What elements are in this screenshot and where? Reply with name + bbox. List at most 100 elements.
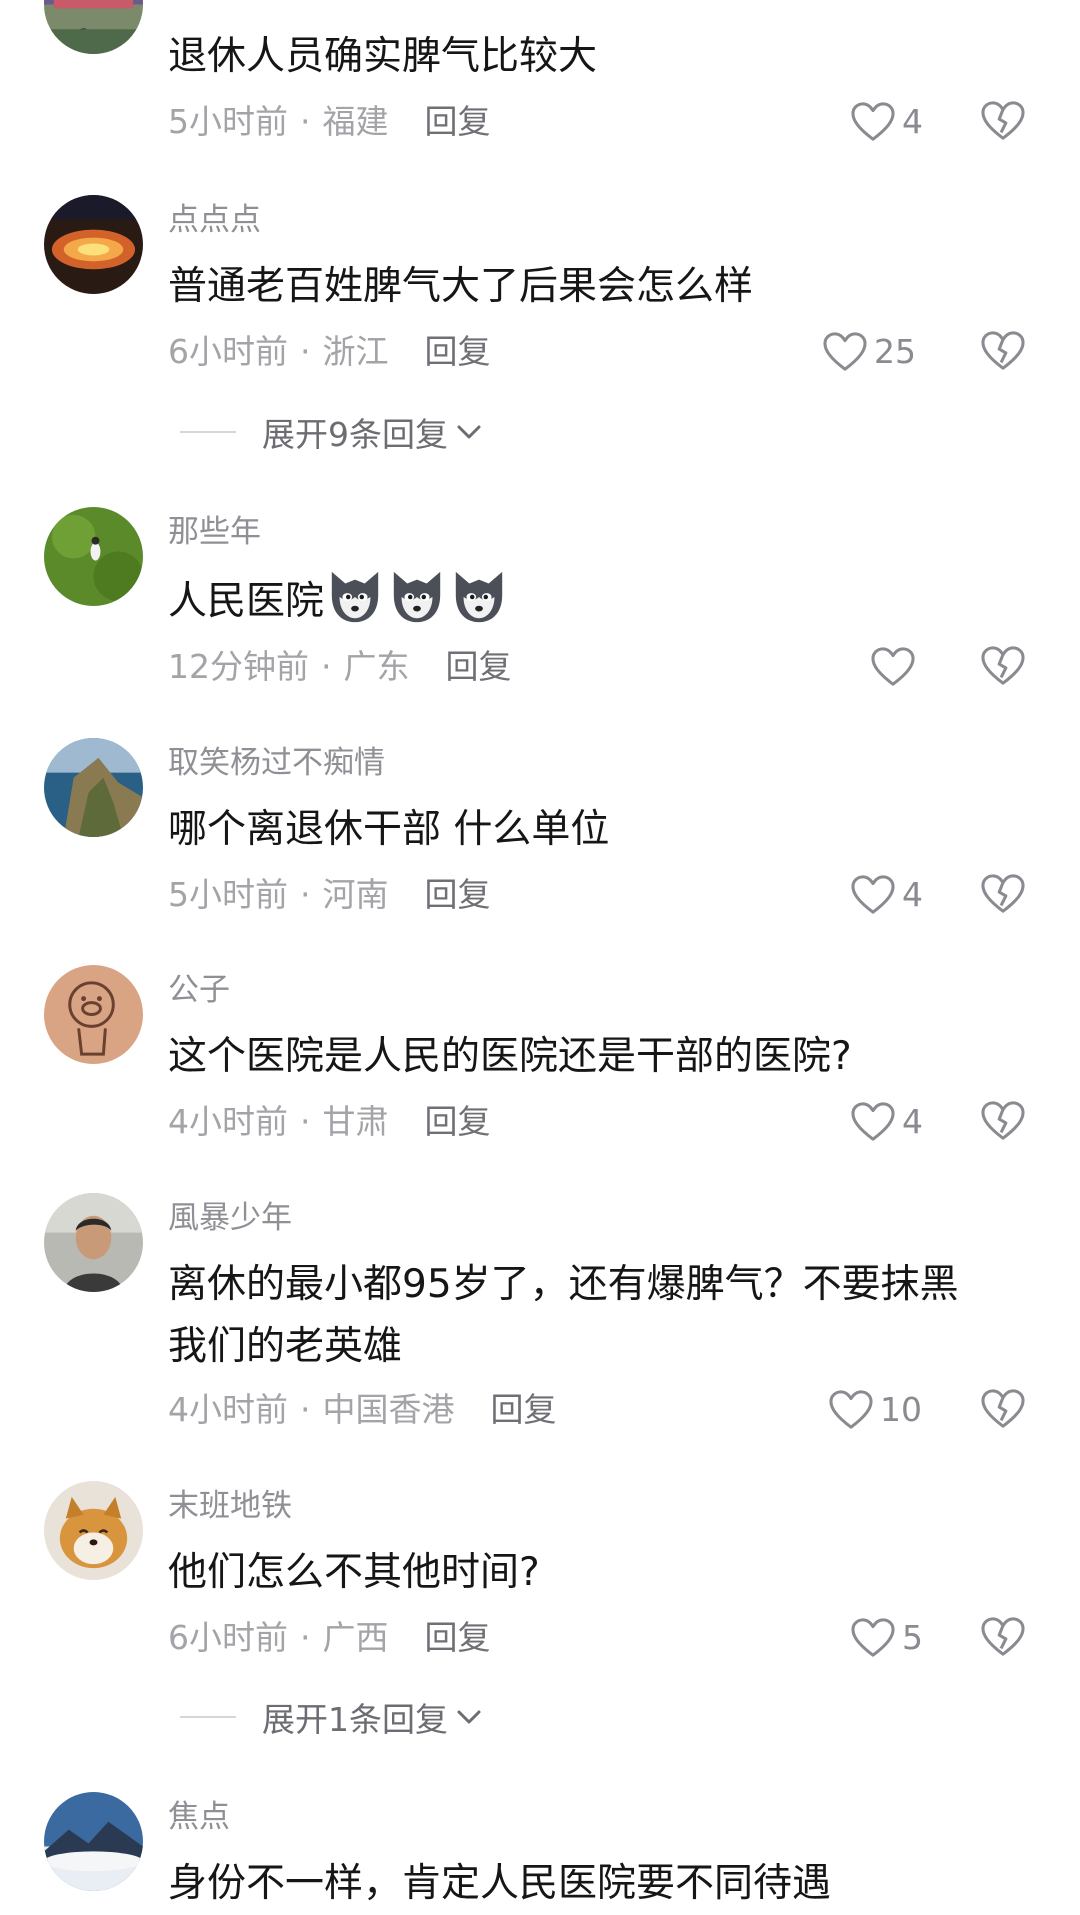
- comment-location: 福建: [322, 102, 389, 141]
- avatar[interactable]: [44, 195, 143, 294]
- username[interactable]: 取笑杨过不痴情: [168, 743, 385, 783]
- like-button[interactable]: [870, 645, 916, 689]
- avatar[interactable]: [44, 738, 143, 837]
- comment-text: 退休人员确实脾气比较大: [168, 26, 1028, 88]
- comment-location: 中国香港: [322, 1390, 455, 1429]
- broken-heart-icon: [981, 1389, 1025, 1428]
- dislike-button[interactable]: [980, 1100, 1026, 1144]
- comment-text: 离休的最小都95岁了，还有爆脾气？不要抹黑 我们的老英雄: [168, 1254, 1028, 1378]
- comment-meta: 5小时前 · 河南 回复: [168, 873, 491, 917]
- dislike-button[interactable]: [980, 100, 1026, 144]
- username[interactable]: 点点点: [168, 200, 261, 240]
- meta-separator: ·: [300, 875, 311, 914]
- comment-meta: 4小时前 · 甘肃 回复: [168, 1100, 491, 1144]
- reply-button[interactable]: 回复: [425, 330, 491, 374]
- heart-outline-icon: [829, 1390, 873, 1429]
- like-count: 4: [902, 102, 923, 141]
- avatar[interactable]: [44, 1193, 143, 1292]
- reply-button[interactable]: 回复: [425, 100, 491, 144]
- comment-text-line: 哪个离退休干部 什么单位: [168, 807, 610, 852]
- like-button[interactable]: 4: [850, 873, 923, 917]
- heart-outline-icon: [851, 102, 895, 141]
- meta-separator: ·: [300, 1390, 311, 1429]
- like-button[interactable]: 5: [850, 1616, 923, 1660]
- meta-separator: ·: [300, 1102, 311, 1141]
- reply-button[interactable]: 回复: [425, 1616, 491, 1660]
- avatar[interactable]: [44, 507, 143, 606]
- like-button[interactable]: 10: [828, 1388, 922, 1432]
- avatar[interactable]: [44, 1481, 143, 1580]
- dislike-button[interactable]: [980, 330, 1026, 374]
- comment-location: 河南: [322, 875, 389, 914]
- broken-heart-icon: [981, 101, 1025, 140]
- heart-outline-icon: [851, 875, 895, 914]
- comment-location: 甘肃: [322, 1102, 389, 1141]
- dislike-button[interactable]: [980, 873, 1026, 917]
- comment-time: 4小时前: [168, 1390, 288, 1429]
- broken-heart-icon: [981, 1101, 1025, 1140]
- broken-heart-icon: [981, 646, 1025, 685]
- comment-text: 哪个离退休干部 什么单位: [168, 799, 1028, 861]
- comment-text: 这个医院是人民的医院还是干部的医院?: [168, 1026, 1028, 1088]
- comment-meta: 6小时前 · 广西 回复: [168, 1616, 491, 1660]
- comment-meta: 5小时前 · 福建 回复: [168, 100, 491, 144]
- heart-outline-icon: [823, 332, 867, 371]
- username[interactable]: 焦点: [168, 1797, 230, 1837]
- heart-outline-icon: [851, 1618, 895, 1657]
- expand-replies-button[interactable]: 展开1条回复: [180, 1695, 482, 1739]
- heart-outline-icon: [851, 1102, 895, 1141]
- like-button[interactable]: 25: [822, 330, 916, 374]
- heart-outline-icon: [871, 647, 915, 686]
- comment-text-line: 退休人员确实脾气比较大: [168, 34, 598, 79]
- reply-button[interactable]: 回复: [425, 1100, 491, 1144]
- comment-meta: 4小时前 · 中国香港 回复: [168, 1388, 557, 1432]
- comment-location: 广东: [343, 647, 410, 686]
- avatar[interactable]: [44, 1792, 143, 1891]
- comment-location: 广西: [322, 1618, 389, 1657]
- chevron-down-icon: [457, 425, 481, 439]
- like-count: 4: [902, 1102, 923, 1141]
- expand-replies-button[interactable]: 展开9条回复: [180, 410, 482, 454]
- comment-text: 普通老百姓脾气大了后果会怎么样: [168, 256, 1028, 318]
- meta-separator: ·: [300, 102, 311, 141]
- chevron-down-icon: [457, 1710, 481, 1724]
- husky-dog-emoji-icon: [331, 571, 379, 623]
- like-button[interactable]: 4: [850, 1100, 923, 1144]
- comment-text-line: 身份不一样，肯定人民医院要不同待遇: [168, 1861, 832, 1906]
- like-count: 5: [902, 1618, 923, 1657]
- emoji-group: [326, 568, 508, 626]
- broken-heart-icon: [981, 331, 1025, 370]
- comment-text-line: 普通老百姓脾气大了后果会怎么样: [168, 264, 754, 309]
- meta-separator: ·: [321, 647, 332, 686]
- comment-text-line: 这个医院是人民的医院还是干部的医院?: [168, 1034, 852, 1079]
- expand-replies-label: 展开9条回复: [262, 415, 448, 454]
- comment-time: 5小时前: [168, 875, 288, 914]
- comment-time: 6小时前: [168, 332, 288, 371]
- comment-text-line: 人民医院: [168, 568, 1028, 633]
- reply-button[interactable]: 回复: [425, 873, 491, 917]
- comment-text-content: 人民医院: [168, 579, 325, 624]
- comment-text: 他们怎么不其他时间?: [168, 1542, 1028, 1604]
- comment-time: 4小时前: [168, 1102, 288, 1141]
- comment-text-line: 我们的老英雄: [168, 1324, 403, 1369]
- avatar[interactable]: [44, 0, 143, 54]
- comment-text-line: 离休的最小都95岁了，还有爆脾气？不要抹黑: [168, 1262, 959, 1307]
- comment-location: 浙江: [322, 332, 389, 371]
- like-count: 10: [880, 1390, 922, 1429]
- dislike-button[interactable]: [980, 1616, 1026, 1660]
- like-count: 4: [902, 875, 923, 914]
- reply-button[interactable]: 回复: [491, 1388, 557, 1432]
- husky-dog-emoji-icon: [393, 571, 441, 623]
- avatar[interactable]: [44, 965, 143, 1064]
- username[interactable]: 公子: [168, 970, 230, 1010]
- comment-list: 退休人员确实脾气比较大 5小时前 · 福建 回复 4 点点点 普通老百姓脾气大了…: [0, 0, 1080, 1906]
- like-button[interactable]: 4: [850, 100, 923, 144]
- username[interactable]: 那些年: [168, 512, 261, 552]
- dislike-button[interactable]: [980, 1388, 1026, 1432]
- expand-divider: [180, 1716, 236, 1718]
- expand-replies-label: 展开1条回复: [262, 1700, 448, 1739]
- username[interactable]: 風暴少年: [168, 1198, 292, 1238]
- username[interactable]: 末班地铁: [168, 1486, 292, 1526]
- reply-button[interactable]: 回复: [446, 645, 512, 689]
- dislike-button[interactable]: [980, 645, 1026, 689]
